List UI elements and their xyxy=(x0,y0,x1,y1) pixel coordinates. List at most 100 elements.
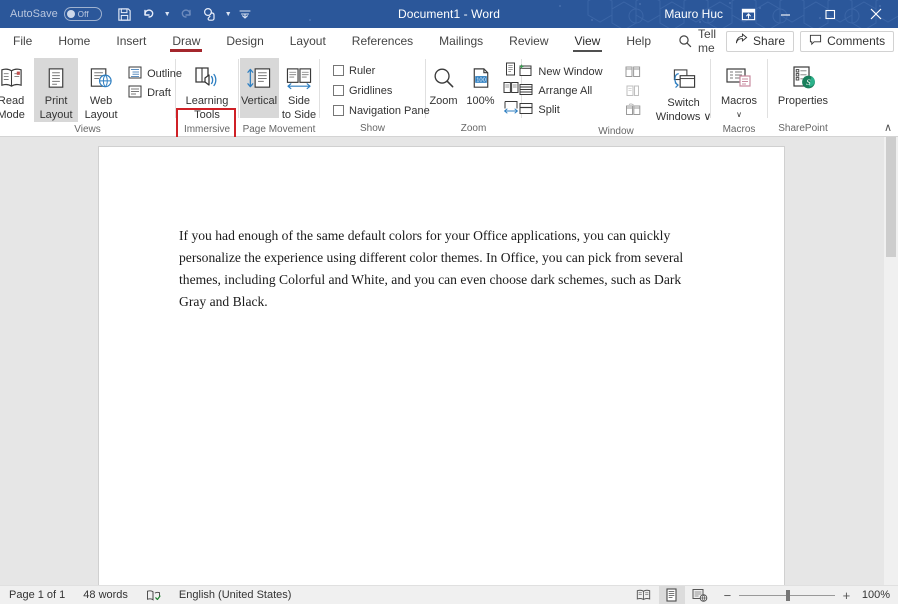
macros-icon xyxy=(723,62,755,94)
web-layout-button[interactable]: Web Layout xyxy=(79,58,123,122)
ribbon-group-page-movement: Vertical Side to Side Page Movement xyxy=(239,55,319,136)
outline-icon xyxy=(128,66,142,82)
side-to-side-button[interactable]: Side to Side xyxy=(280,58,319,122)
gridlines-checkbox-row[interactable]: Gridlines xyxy=(329,81,396,100)
read-mode-button[interactable]: Read Mode xyxy=(0,58,33,122)
maximize-button[interactable] xyxy=(808,0,853,28)
tab-review[interactable]: Review xyxy=(496,28,561,54)
switch-windows-button[interactable]: Switch Windows ∨ xyxy=(651,60,717,124)
vertical-scrollbar[interactable] xyxy=(884,137,898,585)
touch-mouse-mode-icon[interactable] xyxy=(199,3,221,25)
zoom-button[interactable]: Zoom xyxy=(426,58,462,118)
read-mode-view-button[interactable] xyxy=(631,586,657,604)
tab-design[interactable]: Design xyxy=(213,28,276,54)
tab-mailings[interactable]: Mailings xyxy=(426,28,496,54)
group-label-show: Show xyxy=(323,121,422,136)
ribbon-group-show: Ruler Gridlines Navigation Pane Show xyxy=(320,55,425,136)
zoom-level-label[interactable]: 100% xyxy=(858,589,890,601)
vertical-scrollbar-thumb[interactable] xyxy=(886,137,896,257)
language-status[interactable]: English (United States) xyxy=(170,589,301,601)
tab-file[interactable]: File xyxy=(0,28,45,54)
undo-dropdown-caret-icon[interactable]: ▼ xyxy=(162,3,173,25)
learning-tools-label-1: Learning xyxy=(186,94,229,108)
autosave-state: Off xyxy=(78,10,89,19)
print-layout-button[interactable]: Print Layout xyxy=(34,58,78,122)
page-number-status[interactable]: Page 1 of 1 xyxy=(0,589,74,601)
tab-home[interactable]: Home xyxy=(45,28,103,54)
collapse-ribbon-icon[interactable]: ∧ xyxy=(884,121,892,134)
print-layout-label-2: Layout xyxy=(40,108,73,122)
zoom-slider-thumb[interactable] xyxy=(786,590,790,601)
search-icon xyxy=(678,34,692,48)
ruler-checkbox-row[interactable]: Ruler xyxy=(329,61,379,80)
navigation-pane-checkbox-row[interactable]: Navigation Pane xyxy=(329,101,434,120)
undo-icon[interactable] xyxy=(138,3,160,25)
comments-label: Comments xyxy=(827,34,885,48)
navigation-pane-checkbox[interactable] xyxy=(333,105,344,116)
reset-window-position-icon[interactable] xyxy=(622,100,644,119)
split-button[interactable]: Split xyxy=(515,100,606,119)
share-icon xyxy=(735,33,748,49)
macros-button[interactable]: Macros ∨ xyxy=(713,58,765,122)
tab-layout[interactable]: Layout xyxy=(277,28,339,54)
comments-button[interactable]: Comments xyxy=(800,31,894,52)
arrange-all-button[interactable]: Arrange All xyxy=(515,81,606,100)
minimize-button[interactable] xyxy=(763,0,808,28)
zoom-label: Zoom xyxy=(429,94,457,108)
document-paragraph[interactable]: If you had enough of the same default co… xyxy=(179,225,691,313)
svg-text:100: 100 xyxy=(476,77,486,83)
properties-button[interactable]: S Properties xyxy=(770,58,836,118)
group-label-macros: Macros xyxy=(714,122,764,137)
close-button[interactable] xyxy=(853,0,898,28)
tell-me-label: Tell me xyxy=(698,27,716,55)
ruler-checkbox[interactable] xyxy=(333,65,344,76)
tab-draw[interactable]: Draw xyxy=(159,28,213,54)
tab-references[interactable]: References xyxy=(339,28,426,54)
print-layout-view-button[interactable] xyxy=(659,586,685,604)
word-count-status[interactable]: 48 words xyxy=(74,589,137,601)
zoom-100-icon: 100 xyxy=(469,62,493,94)
switch-windows-icon xyxy=(669,64,699,96)
vertical-button[interactable]: Vertical xyxy=(240,58,279,118)
web-layout-view-button[interactable] xyxy=(687,586,713,604)
user-account-name[interactable]: Mauro Huc xyxy=(654,7,733,21)
macros-dropdown-caret-icon[interactable]: ∨ xyxy=(736,108,742,122)
zoom-out-button[interactable]: − xyxy=(723,588,732,603)
gridlines-checkbox[interactable] xyxy=(333,85,344,96)
comment-icon xyxy=(809,33,822,49)
learning-tools-button[interactable]: Learning Tools xyxy=(179,58,235,122)
ribbon-group-immersive: Learning Tools Immersive xyxy=(176,55,238,136)
synchronous-scrolling-icon[interactable] xyxy=(622,81,644,100)
new-window-button[interactable]: New Window xyxy=(515,62,606,81)
split-icon xyxy=(519,102,533,118)
tell-me-search[interactable]: Tell me xyxy=(664,28,726,54)
share-button[interactable]: Share xyxy=(726,31,794,52)
macros-label: Macros xyxy=(721,94,757,108)
ribbon-group-window: New Window Arrange All Split xyxy=(522,55,710,136)
quick-access-toolbar: ▼ ▼ xyxy=(106,3,254,25)
tab-help[interactable]: Help xyxy=(613,28,664,54)
new-window-icon xyxy=(519,64,533,80)
share-label: Share xyxy=(753,34,785,48)
side-to-side-icon xyxy=(284,62,314,94)
ribbon-display-options-icon[interactable] xyxy=(733,0,763,28)
proofing-errors-icon[interactable] xyxy=(137,589,170,602)
tab-insert[interactable]: Insert xyxy=(103,28,159,54)
tab-view[interactable]: View xyxy=(562,28,614,54)
view-side-by-side-icon[interactable] xyxy=(622,62,644,81)
save-icon[interactable] xyxy=(114,3,136,25)
document-page[interactable]: If you had enough of the same default co… xyxy=(99,147,784,585)
zoom-100-button[interactable]: 100 100% xyxy=(463,58,499,118)
ribbon-group-views: Read Mode Print Layout Web Layout xyxy=(0,55,175,136)
touch-mode-dropdown-caret-icon[interactable]: ▼ xyxy=(223,3,234,25)
autosave-switch[interactable]: Off xyxy=(64,7,102,21)
zoom-in-button[interactable]: + xyxy=(842,588,851,603)
autosave-toggle[interactable]: AutoSave Off xyxy=(10,7,106,21)
navigation-pane-label: Navigation Pane xyxy=(349,105,430,117)
ribbon-group-macros: Macros ∨ Macros xyxy=(711,55,767,136)
customize-quick-access-toolbar-icon[interactable] xyxy=(236,3,254,25)
zoom-slider-track[interactable] xyxy=(739,595,835,596)
side-to-side-label-1: Side xyxy=(288,94,310,108)
zoom-slider-control[interactable]: − + 100% xyxy=(715,588,890,603)
web-layout-label-2: Layout xyxy=(85,108,118,122)
